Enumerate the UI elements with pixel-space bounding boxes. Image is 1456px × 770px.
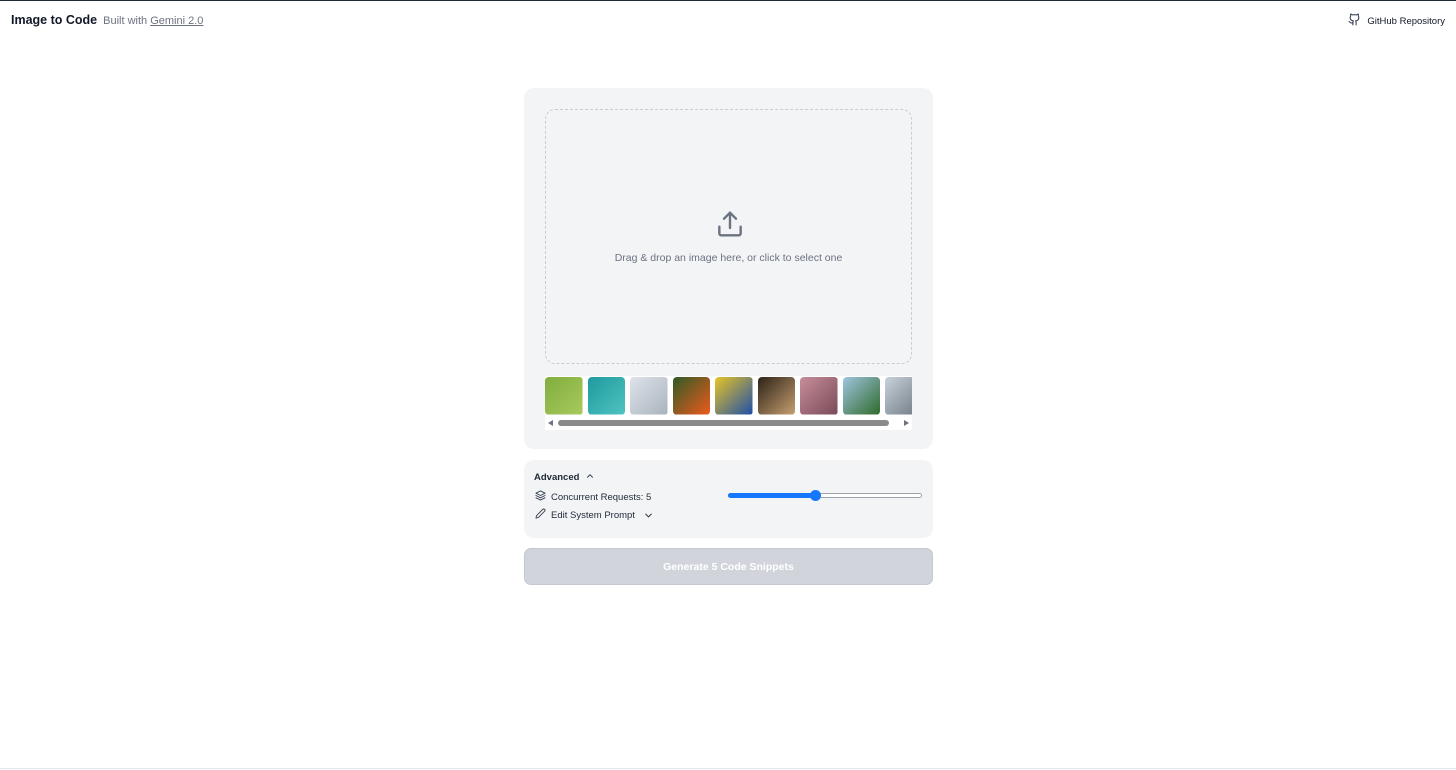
slider-fill [728, 493, 815, 498]
example-turquoise-water[interactable] [587, 377, 625, 415]
layers-icon [535, 490, 546, 504]
github-icon [1348, 13, 1361, 29]
image-dropzone[interactable]: Drag & drop an image here, or click to s… [545, 109, 912, 364]
edit-system-prompt-toggle[interactable]: Edit System Prompt [535, 508, 653, 522]
example-green-texture[interactable] [545, 377, 583, 415]
app-title: Image to Code [11, 13, 98, 27]
example-building[interactable] [630, 377, 668, 415]
scroll-right-arrow[interactable] [904, 420, 909, 426]
slider-handle[interactable] [809, 490, 821, 501]
github-repository-link[interactable]: GitHub Repository [1348, 13, 1445, 29]
example-tree[interactable] [842, 377, 880, 415]
upload-card: Drag & drop an image here, or click to s… [524, 88, 933, 449]
page: Image to Code Built with Gemini 2.0 GitH… [0, 0, 1456, 770]
concurrent-requests-label: Concurrent Requests: 5 [551, 491, 652, 503]
chevron-up-icon [585, 471, 595, 484]
header: Image to Code Built with Gemini 2.0 [11, 13, 203, 27]
github-label: GitHub Repository [1367, 15, 1445, 27]
concurrent-requests-slider[interactable] [728, 490, 922, 502]
dropzone-instructions: Drag & drop an image here, or click to s… [614, 252, 843, 264]
top-divider [0, 0, 1456, 1]
advanced-label: Advanced [534, 472, 580, 483]
advanced-toggle[interactable]: Advanced [534, 471, 595, 484]
advanced-panel: Advanced Concurrent Requests: 5 Edit Sys… [524, 460, 933, 538]
example-yellow-blue-wall[interactable] [715, 377, 753, 415]
pencil-icon [535, 508, 546, 522]
chevron-down-icon [643, 510, 653, 520]
example-images-strip[interactable] [545, 376, 912, 430]
built-with-text: Built with Gemini 2.0 [103, 15, 203, 27]
scrollbar-thumb[interactable] [558, 420, 890, 426]
edit-system-prompt-label: Edit System Prompt [551, 509, 635, 521]
bottom-divider [0, 768, 1456, 769]
example-thumbnails [545, 377, 912, 415]
generate-button[interactable]: Generate 5 Code Snippets [524, 548, 933, 585]
horizontal-scrollbar[interactable] [545, 417, 912, 429]
gemini-link[interactable]: Gemini 2.0 [150, 15, 203, 27]
example-pink-sky[interactable] [800, 377, 838, 415]
scroll-left-arrow[interactable] [548, 420, 553, 426]
concurrent-requests-row: Concurrent Requests: 5 [535, 490, 651, 504]
example-lamp-dark[interactable] [757, 377, 795, 415]
example-gray-sky[interactable] [885, 377, 912, 415]
example-orange-flower[interactable] [672, 377, 710, 415]
upload-icon [714, 208, 746, 240]
built-with-prefix: Built with [103, 15, 148, 27]
